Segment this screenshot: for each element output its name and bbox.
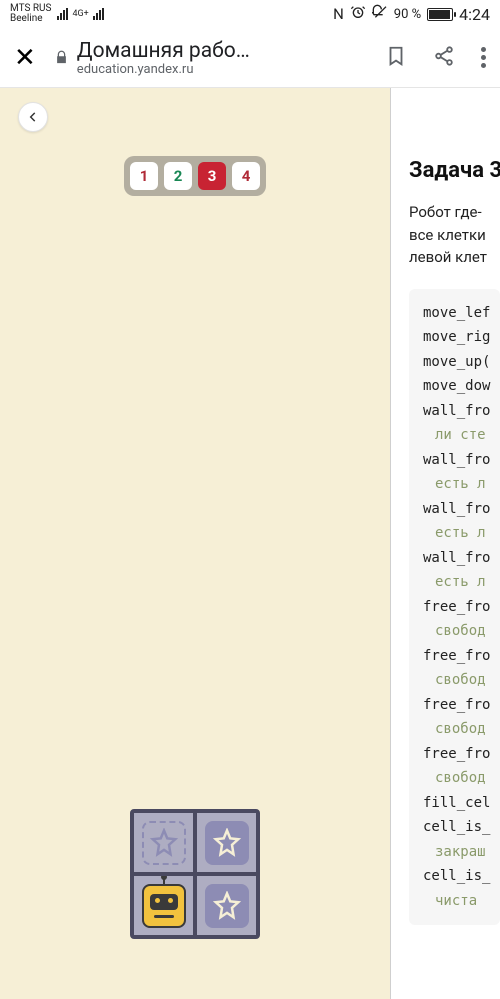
alarm-icon <box>350 4 366 24</box>
tab-1[interactable]: 1 <box>130 162 158 190</box>
task-tabs: 1 2 3 4 <box>124 156 266 196</box>
code-comment: ли сте <box>423 423 486 448</box>
code-line: wall_fro <box>423 497 486 522</box>
task-pane: Задача 3 Робот где- все клетки левой кле… <box>391 88 500 999</box>
code-line: free_fro <box>423 742 486 767</box>
signal-icon-2 <box>93 8 104 20</box>
code-comment: есть л <box>423 472 486 497</box>
code-line: free_fro <box>423 644 486 669</box>
code-line: free_fro <box>423 693 486 718</box>
mute-icon <box>372 4 388 24</box>
status-carriers: MTS RUS Beeline <box>10 4 51 24</box>
star-icon <box>205 821 249 865</box>
code-comment: закраш <box>423 840 486 865</box>
share-button[interactable] <box>433 45 455 71</box>
battery-icon <box>427 8 453 21</box>
battery-percent: 90 % <box>394 7 421 22</box>
code-line: free_fro <box>423 595 486 620</box>
close-button[interactable]: ✕ <box>14 43 36 73</box>
code-comment: свобод <box>423 619 486 644</box>
tab-4[interactable]: 4 <box>232 162 260 190</box>
code-line: move_dow <box>423 374 486 399</box>
back-button[interactable] <box>18 102 48 132</box>
lock-icon <box>54 50 69 65</box>
code-line: fill_cel <box>423 791 486 816</box>
robot-field-pane: 1 2 3 4 <box>0 88 390 999</box>
code-comment: свобод <box>423 766 486 791</box>
board-cell-0-0 <box>134 813 193 872</box>
task-description: Робот где- все клетки левой клет <box>409 201 500 269</box>
robot-icon <box>142 884 186 928</box>
page-host: education.yandex.ru <box>77 63 250 76</box>
code-line: move_lef <box>423 301 486 326</box>
page-title: Домашняя рабо… <box>77 39 250 63</box>
code-line: wall_fro <box>423 546 486 571</box>
network-label: 4G+ <box>72 9 88 19</box>
star-target-icon <box>142 821 186 865</box>
browser-bar: ✕ Домашняя рабо… education.yandex.ru <box>0 28 500 88</box>
bookmark-button[interactable] <box>385 45 407 71</box>
task-title: Задача 3 <box>409 158 500 183</box>
code-line: move_up( <box>423 350 486 375</box>
code-line: wall_fro <box>423 448 486 473</box>
code-comment: есть л <box>423 521 486 546</box>
nfc-icon: N <box>333 5 344 23</box>
tab-3[interactable]: 3 <box>198 162 226 190</box>
code-line: wall_fro <box>423 399 486 424</box>
code-comment: свобод <box>423 668 486 693</box>
star-icon <box>205 884 249 928</box>
code-comment: есть л <box>423 570 486 595</box>
status-bar: MTS RUS Beeline 4G+ N 90 % 4:24 <box>0 0 500 28</box>
board-cell-1-0 <box>134 876 193 935</box>
clock: 4:24 <box>459 5 490 24</box>
carrier-2: Beeline <box>10 14 51 24</box>
code-reference: move_lefmove_rigmove_up(move_dowwall_fro… <box>409 289 500 926</box>
signal-icon-1 <box>57 8 68 20</box>
board-cell-1-1 <box>197 876 256 935</box>
board-cell-0-1 <box>197 813 256 872</box>
code-line: cell_is_ <box>423 864 486 889</box>
menu-button[interactable] <box>481 47 486 68</box>
code-comment: чиста <box>423 889 486 914</box>
code-comment: свобод <box>423 717 486 742</box>
tab-2[interactable]: 2 <box>164 162 192 190</box>
robot-board <box>130 809 260 939</box>
code-line: move_rig <box>423 325 486 350</box>
code-line: cell_is_ <box>423 815 486 840</box>
